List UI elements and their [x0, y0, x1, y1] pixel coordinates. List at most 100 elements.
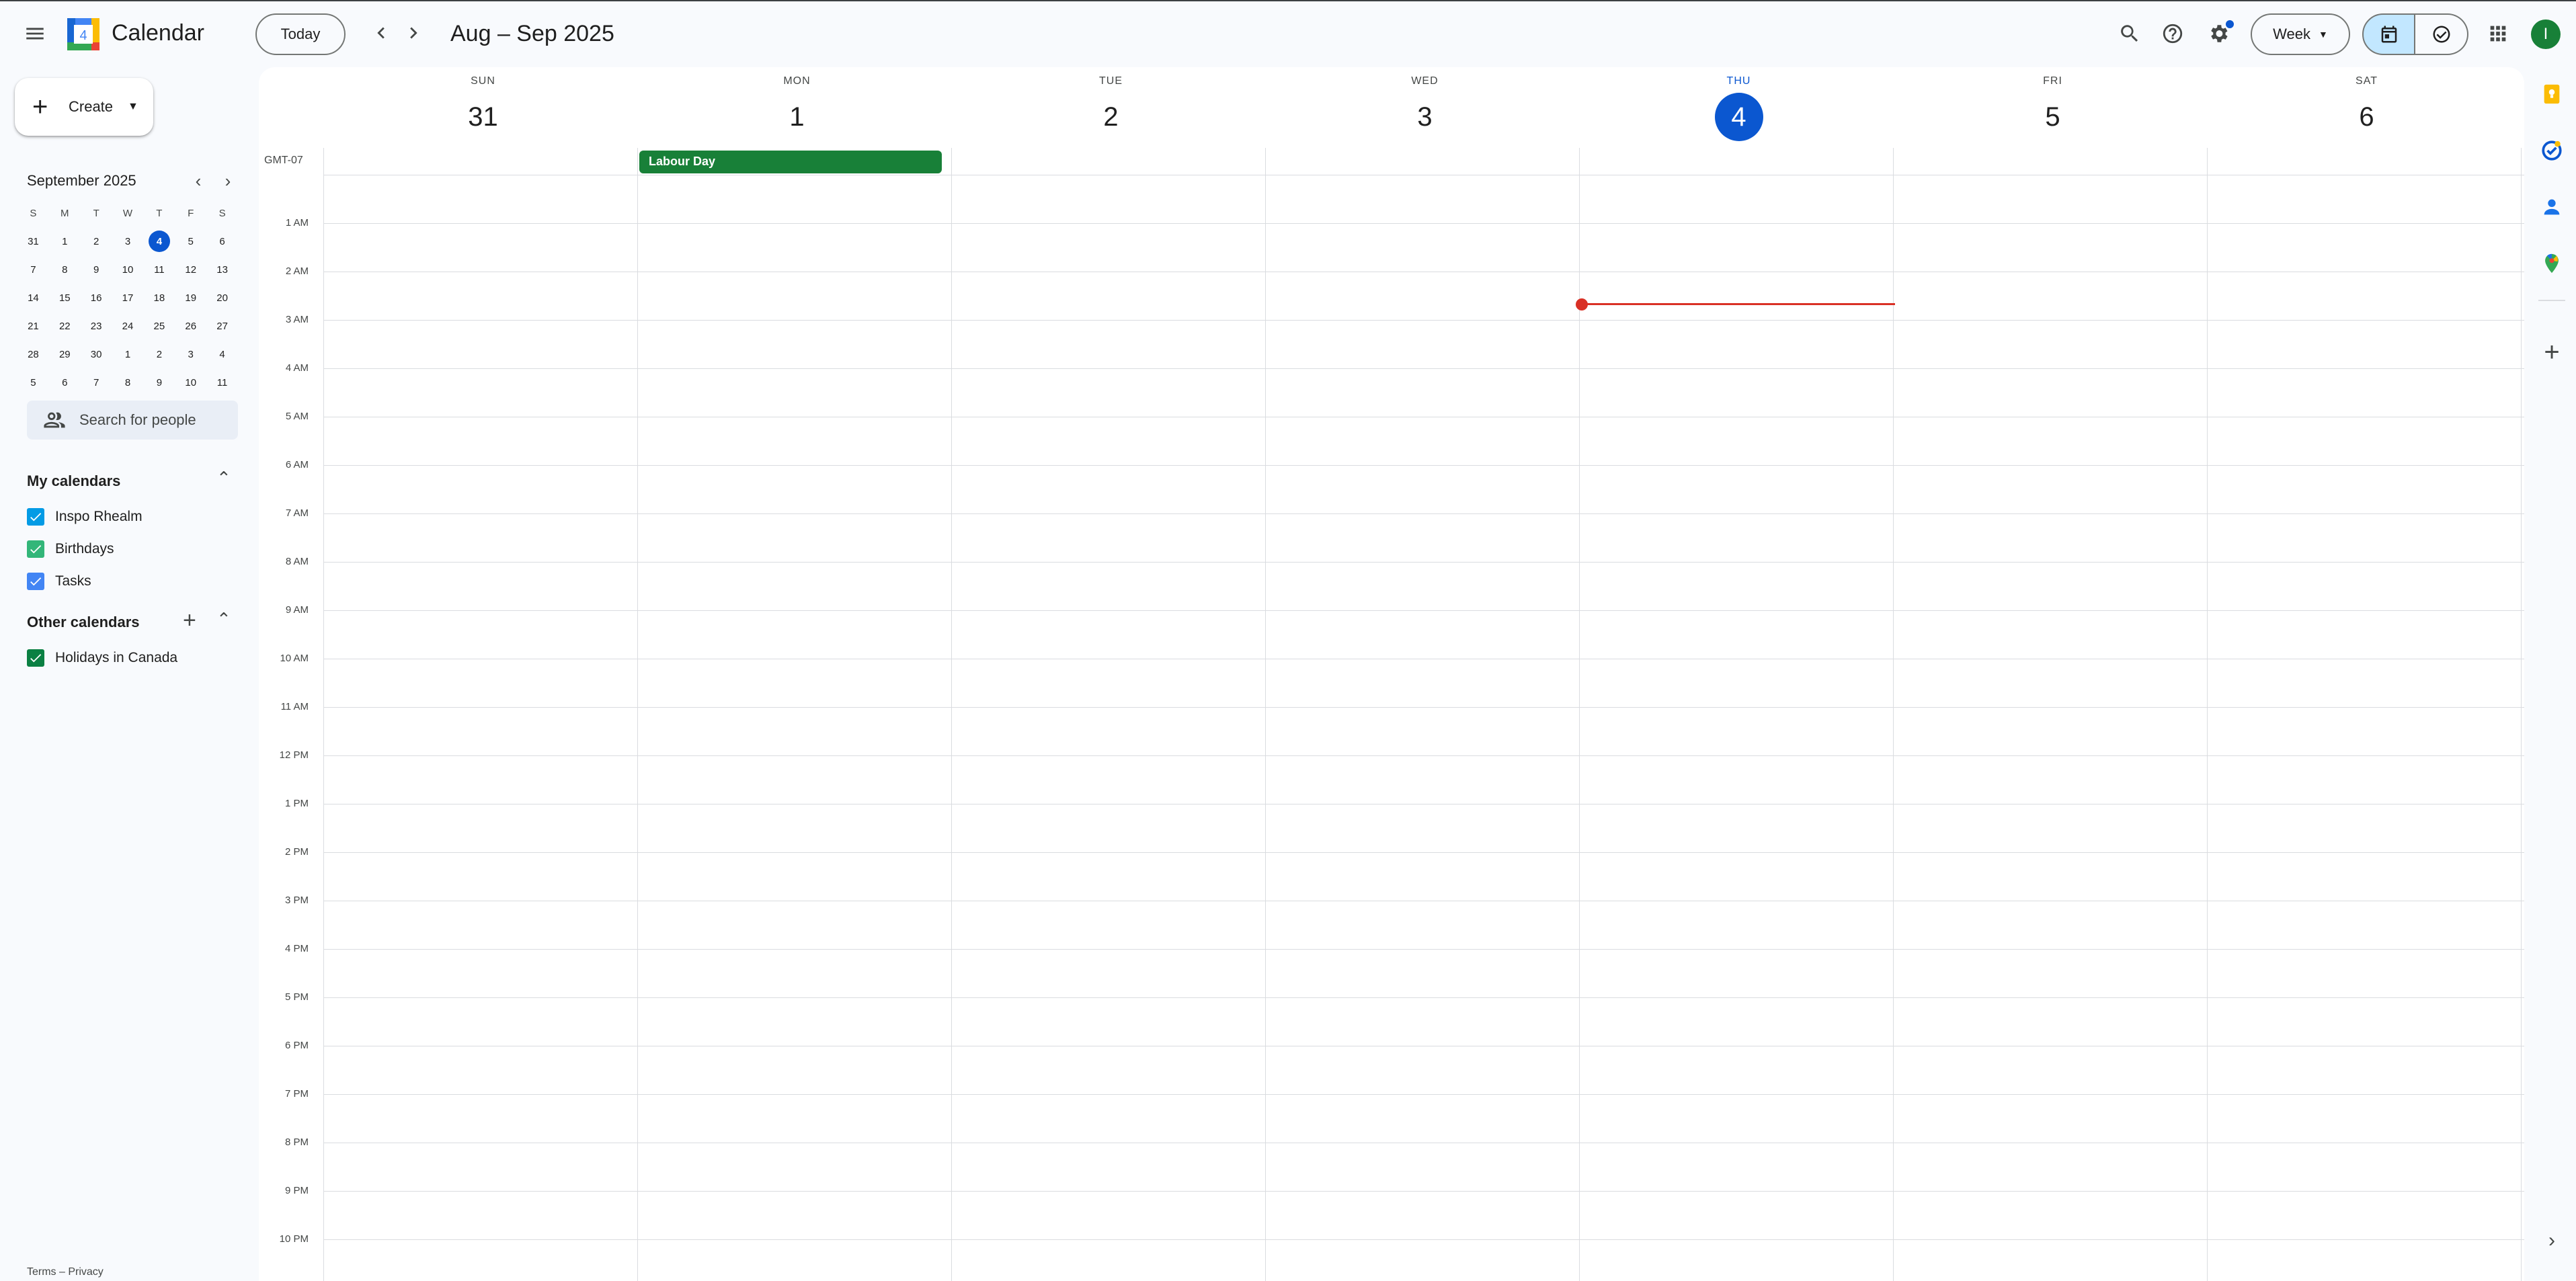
calendar-checkbox[interactable] — [27, 508, 44, 526]
mini-calendar-day[interactable]: 20 — [206, 284, 238, 312]
mini-calendar-day[interactable]: 25 — [143, 312, 175, 340]
mini-calendar-day[interactable]: 10 — [112, 255, 144, 284]
mini-calendar-day[interactable]: 5 — [175, 227, 206, 255]
tasks-view-button[interactable] — [2415, 13, 2468, 55]
mini-calendar-day[interactable]: 24 — [112, 312, 144, 340]
day-header-sat[interactable]: SAT 6 — [2210, 75, 2524, 141]
add-other-calendar-icon[interactable]: + — [183, 608, 196, 634]
mini-calendar-day[interactable]: 29 — [49, 340, 81, 368]
today-button[interactable]: Today — [255, 13, 346, 55]
keep-icon[interactable] — [2538, 81, 2565, 108]
mini-calendar-day[interactable]: 13 — [206, 255, 238, 284]
mini-calendar-day[interactable]: 26 — [175, 312, 206, 340]
mini-calendar-day[interactable]: 11 — [206, 368, 238, 397]
chevron-up-icon[interactable]: ⌃ — [216, 468, 231, 489]
mini-calendar-day[interactable]: 10 — [175, 368, 206, 397]
time-grid[interactable]: 1 AM 2 AM 3 AM 4 AM 5 AM 6 AM 7 AM 8 AM 9 AM 10 A… — [259, 148, 2524, 1281]
mini-calendar-day-number: 15 — [58, 292, 71, 304]
mini-calendar-day[interactable]: 21 — [17, 312, 49, 340]
mini-calendar-day[interactable]: 31 — [17, 227, 49, 255]
calendar-checkbox[interactable] — [27, 573, 44, 590]
mini-calendar-day[interactable]: 23 — [81, 312, 112, 340]
mini-calendar-day[interactable]: 18 — [143, 284, 175, 312]
day-header-mon[interactable]: MON 1 — [640, 75, 954, 141]
chevron-up-icon[interactable]: ⌃ — [216, 609, 231, 630]
mini-calendar-day[interactable]: 1 — [112, 340, 144, 368]
account-avatar[interactable]: I — [2531, 19, 2561, 49]
calendar-item[interactable]: Holidays in Canada — [27, 649, 177, 667]
mini-calendar-prev-icon[interactable]: ‹ — [188, 171, 208, 192]
mini-calendar-day[interactable]: 7 — [81, 368, 112, 397]
day-number[interactable]: 5 — [2029, 93, 2077, 141]
mini-calendar-day[interactable]: 17 — [112, 284, 144, 312]
hour-label: 5 PM — [284, 991, 309, 1003]
mini-calendar-day-number: 16 — [90, 292, 102, 304]
day-number[interactable]: 4 — [1714, 93, 1763, 141]
calendar-checkbox[interactable] — [27, 540, 44, 558]
apps-grid-icon[interactable] — [2474, 9, 2522, 58]
day-header-wed[interactable]: WED 3 — [1268, 75, 1582, 141]
calendar-item[interactable]: Birthdays — [27, 540, 114, 558]
day-header-sun[interactable]: SUN 31 — [326, 75, 640, 141]
mini-calendar-day[interactable]: 6 — [49, 368, 81, 397]
search-people-input[interactable]: Search for people — [27, 401, 238, 440]
day-number[interactable]: 31 — [459, 93, 508, 141]
help-icon[interactable] — [2148, 9, 2197, 58]
calendar-checkbox[interactable] — [27, 649, 44, 667]
day-number[interactable]: 1 — [773, 93, 821, 141]
mini-calendar-day[interactable]: 28 — [17, 340, 49, 368]
day-header-fri[interactable]: FRI 5 — [1896, 75, 2210, 141]
expand-panel-icon[interactable]: › — [2538, 1227, 2565, 1254]
next-week-button[interactable] — [390, 9, 437, 56]
terms-privacy-link[interactable]: Terms – Privacy — [27, 1266, 104, 1278]
mini-calendar-day[interactable]: 19 — [175, 284, 206, 312]
mini-calendar-day[interactable]: 11 — [143, 255, 175, 284]
mini-calendar-day[interactable]: 4 — [206, 340, 238, 368]
mini-calendar-day[interactable]: 3 — [175, 340, 206, 368]
mini-calendar-day[interactable]: 22 — [49, 312, 81, 340]
day-number[interactable]: 6 — [2343, 93, 2391, 141]
mini-calendar-day[interactable]: 16 — [81, 284, 112, 312]
mini-calendar-day[interactable]: 1 — [49, 227, 81, 255]
calendar-view-button[interactable] — [2362, 13, 2415, 55]
calendar-item[interactable]: Inspo Rhealm — [27, 508, 143, 526]
mini-calendar-day[interactable]: 9 — [143, 368, 175, 397]
mini-calendar-day-number: 3 — [188, 348, 194, 360]
mini-calendar-day[interactable]: 8 — [112, 368, 144, 397]
mini-calendar-day[interactable]: 4 — [143, 227, 175, 255]
mini-calendar-day[interactable]: 27 — [206, 312, 238, 340]
mini-calendar-day[interactable]: 5 — [17, 368, 49, 397]
create-button[interactable]: + Create ▼ — [15, 78, 153, 136]
add-icon[interactable]: + — [2538, 337, 2565, 367]
other-calendars-heading[interactable]: Other calendars — [27, 614, 140, 631]
all-day-event-labour-day[interactable]: Labour Day — [639, 151, 942, 173]
day-number[interactable]: 3 — [1401, 93, 1449, 141]
calendar-logo-icon[interactable]: 4 — [67, 18, 99, 50]
day-header-tue[interactable]: TUE 2 — [954, 75, 1268, 141]
mini-calendar-day[interactable]: 12 — [175, 255, 206, 284]
mini-calendar-day[interactable]: 6 — [206, 227, 238, 255]
mini-calendar-day-number: 13 — [216, 263, 228, 276]
menu-icon[interactable] — [11, 9, 59, 58]
day-header-thu[interactable]: THU 4 — [1582, 75, 1896, 141]
app-title[interactable]: Calendar — [112, 20, 204, 46]
mini-calendar-day[interactable]: 9 — [81, 255, 112, 284]
maps-icon[interactable] — [2538, 250, 2565, 277]
day-number[interactable]: 2 — [1087, 93, 1135, 141]
mini-calendar-next-icon[interactable]: › — [218, 171, 238, 192]
view-switcher-button[interactable]: Week ▼ — [2251, 13, 2350, 55]
mini-calendar-day[interactable]: 2 — [81, 227, 112, 255]
mini-calendar-day[interactable]: 3 — [112, 227, 144, 255]
search-icon[interactable] — [2105, 9, 2154, 58]
my-calendars-heading[interactable]: My calendars — [27, 472, 120, 490]
calendar-item[interactable]: Tasks — [27, 573, 91, 590]
mini-calendar-day[interactable]: 7 — [17, 255, 49, 284]
mini-calendar-day[interactable]: 14 — [17, 284, 49, 312]
contacts-icon[interactable] — [2538, 194, 2565, 220]
mini-calendar-day[interactable]: 8 — [49, 255, 81, 284]
tasks-icon[interactable] — [2538, 137, 2565, 164]
mini-calendar-day[interactable]: 15 — [49, 284, 81, 312]
settings-icon[interactable] — [2194, 9, 2243, 58]
mini-calendar-day[interactable]: 2 — [143, 340, 175, 368]
mini-calendar-day[interactable]: 30 — [81, 340, 112, 368]
